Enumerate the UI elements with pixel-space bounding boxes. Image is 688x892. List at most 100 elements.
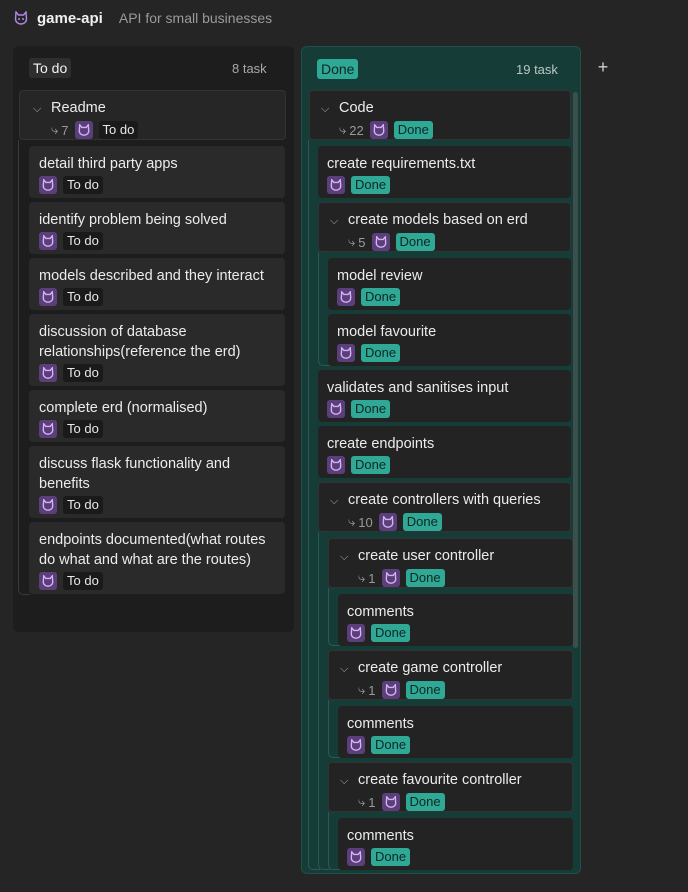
chevron-down-icon[interactable]: ⌵: [321, 99, 333, 119]
cat-icon: [42, 291, 54, 303]
add-column-button[interactable]: +: [596, 58, 610, 76]
avatar[interactable]: [39, 288, 57, 306]
cat-icon: [42, 367, 54, 379]
avatar[interactable]: [347, 848, 365, 866]
task-card[interactable]: discuss flask functionality and benefits…: [29, 446, 285, 518]
group-card-user-controller[interactable]: ⌵ create user controller ⤷ 1 Done: [328, 538, 573, 588]
avatar[interactable]: [381, 569, 400, 587]
task-card[interactable]: complete erd (normalised) To do: [29, 390, 285, 442]
avatar[interactable]: [347, 736, 365, 754]
avatar[interactable]: [327, 176, 345, 194]
card-title: discussion of database relationships(ref…: [39, 324, 241, 360]
avatar[interactable]: [371, 233, 390, 251]
avatar[interactable]: [39, 572, 57, 590]
avatar[interactable]: [337, 288, 355, 306]
status-badge[interactable]: Done: [361, 288, 401, 306]
task-card[interactable]: create endpoints Done: [318, 426, 571, 478]
avatar[interactable]: [39, 232, 57, 250]
avatar[interactable]: [381, 793, 400, 811]
task-card[interactable]: comments Done: [338, 818, 573, 870]
task-card[interactable]: identify problem being solved To do: [29, 202, 285, 254]
task-card[interactable]: comments Done: [338, 706, 573, 758]
task-count: 8 task: [232, 60, 267, 76]
chevron-down-icon[interactable]: ⌵: [340, 771, 352, 791]
group-card-readme[interactable]: ⌵ Readme ⤷ 7 To do: [19, 90, 286, 140]
group-card-controllers[interactable]: ⌵ create controllers with queries ⤷ 10 Don…: [318, 482, 571, 532]
cat-icon: [42, 235, 54, 247]
chevron-down-icon[interactable]: ⌵: [330, 491, 342, 511]
chevron-down-icon[interactable]: ⌵: [330, 211, 342, 231]
task-card[interactable]: comments Done: [338, 594, 573, 646]
group-card-models[interactable]: ⌵ create models based on erd ⤷ 5 Done: [318, 202, 571, 252]
app-name[interactable]: game-api: [37, 10, 103, 27]
avatar[interactable]: [369, 121, 388, 139]
status-badge[interactable]: Done: [405, 569, 445, 587]
task-card[interactable]: model review Done: [328, 258, 571, 310]
app-description: API for small businesses: [118, 10, 273, 26]
status-badge[interactable]: To do: [63, 572, 103, 590]
card-title: create favourite controller: [358, 772, 522, 788]
status-badge[interactable]: Done: [395, 233, 435, 251]
avatar[interactable]: [74, 121, 93, 139]
scrollbar[interactable]: [573, 92, 578, 648]
card-title: create user controller: [358, 548, 495, 564]
cat-icon: [340, 347, 352, 359]
status-badge[interactable]: Done: [371, 624, 411, 642]
cat-icon: [330, 179, 342, 191]
status-badge[interactable]: Done: [402, 513, 442, 531]
cat-icon: [42, 499, 54, 511]
cat-icon: [350, 739, 362, 751]
status-badge[interactable]: To do: [63, 364, 103, 382]
group-card-code[interactable]: ⌵ Code ⤷ 22 Done: [309, 90, 571, 140]
status-badge[interactable]: To do: [63, 176, 103, 194]
avatar[interactable]: [39, 176, 57, 194]
status-badge[interactable]: To do: [63, 496, 103, 514]
subtask-count: ⤷ 10: [348, 514, 373, 530]
card-title: comments: [347, 604, 414, 620]
status-badge[interactable]: Done: [371, 848, 411, 866]
cat-icon: [385, 572, 396, 584]
avatar[interactable]: [39, 364, 57, 382]
status-badge[interactable]: To do: [63, 420, 103, 438]
avatar[interactable]: [327, 456, 345, 474]
status-badge[interactable]: Done: [405, 793, 445, 811]
cat-icon: [350, 627, 362, 639]
group-card-game-controller[interactable]: ⌵ create game controller ⤷ 1 Done: [328, 650, 573, 700]
status-badge[interactable]: Done: [371, 736, 411, 754]
chevron-down-icon[interactable]: ⌵: [340, 659, 352, 679]
status-badge[interactable]: To do: [98, 121, 139, 139]
status-badge[interactable]: To do: [63, 288, 103, 306]
card-title: discuss flask functionality and benefits: [39, 456, 231, 492]
task-card[interactable]: create requirements.txt Done: [318, 146, 571, 198]
avatar[interactable]: [347, 624, 365, 642]
task-card[interactable]: models described and they interact To do: [29, 258, 285, 310]
task-card[interactable]: endpoints documented(what routes do what…: [29, 522, 285, 594]
status-badge[interactable]: Done: [393, 121, 433, 139]
column-title[interactable]: Done: [317, 59, 359, 79]
cat-icon: [350, 851, 362, 863]
status-badge[interactable]: Done: [351, 176, 391, 194]
avatar[interactable]: [39, 420, 57, 438]
chevron-down-icon[interactable]: ⌵: [33, 99, 45, 119]
avatar[interactable]: [337, 344, 355, 362]
task-card[interactable]: validates and sanitises input Done: [318, 370, 571, 422]
cat-icon: [375, 236, 386, 248]
card-title: identify problem being solved: [39, 212, 227, 228]
avatar[interactable]: [378, 513, 397, 531]
task-card[interactable]: discussion of database relationships(ref…: [29, 314, 285, 386]
avatar[interactable]: [381, 681, 400, 699]
status-badge[interactable]: Done: [351, 456, 391, 474]
cat-icon: [13, 10, 29, 26]
task-card[interactable]: detail third party apps To do: [29, 146, 285, 198]
column-title[interactable]: To do: [29, 58, 72, 78]
status-badge[interactable]: Done: [351, 400, 391, 418]
avatar[interactable]: [327, 400, 345, 418]
task-card[interactable]: model favourite Done: [328, 314, 571, 366]
avatar[interactable]: [39, 496, 57, 514]
branch-icon: ⤷: [339, 122, 347, 137]
group-card-favourite-controller[interactable]: ⌵ create favourite controller ⤷ 1 Done: [328, 762, 573, 812]
status-badge[interactable]: Done: [405, 681, 445, 699]
status-badge[interactable]: Done: [361, 344, 401, 362]
chevron-down-icon[interactable]: ⌵: [340, 547, 352, 567]
status-badge[interactable]: To do: [63, 232, 103, 250]
